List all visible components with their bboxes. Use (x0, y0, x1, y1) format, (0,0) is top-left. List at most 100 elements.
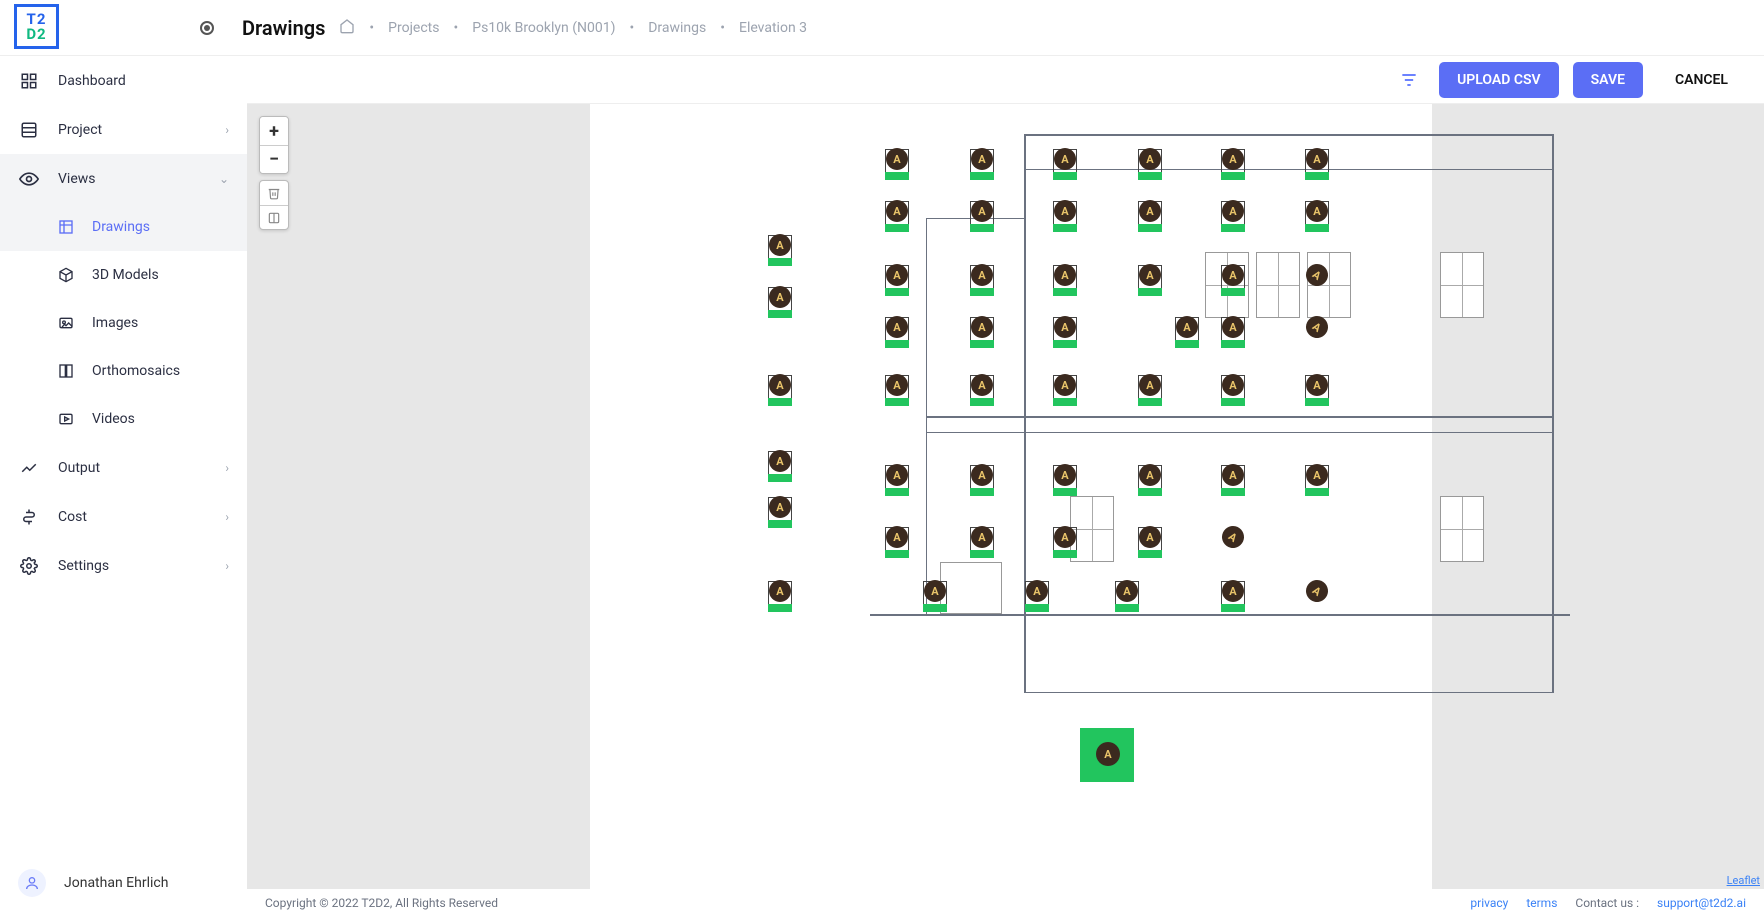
breadcrumb-item[interactable]: Drawings (648, 20, 706, 36)
map-marker[interactable] (1050, 462, 1080, 496)
map-marker[interactable] (1218, 462, 1248, 496)
map-marker[interactable] (1172, 314, 1202, 348)
drawing-map[interactable] (590, 104, 1432, 889)
user-row[interactable]: Jonathan Ehrlich (0, 859, 247, 907)
zoom-in-button[interactable]: + (260, 117, 288, 145)
map-marker[interactable] (920, 578, 950, 612)
map-marker[interactable] (1218, 524, 1248, 558)
map-marker[interactable] (1050, 146, 1080, 180)
map-marker[interactable] (1218, 372, 1248, 406)
sidebar-sub-videos[interactable]: Videos (0, 395, 247, 443)
breadcrumb-item[interactable]: Projects (388, 20, 439, 36)
map-marker[interactable] (1135, 524, 1165, 558)
sidebar-sub-drawings[interactable]: Drawings (0, 203, 247, 251)
map-marker[interactable] (967, 462, 997, 496)
trash-icon[interactable] (260, 181, 288, 205)
sidebar-item-label: Images (92, 315, 138, 331)
sidebar-item-project[interactable]: Project › (0, 105, 247, 154)
map-marker[interactable] (882, 372, 912, 406)
map-marker[interactable] (1218, 314, 1248, 348)
map-marker[interactable] (1050, 198, 1080, 232)
map-marker[interactable] (1050, 524, 1080, 558)
target-icon[interactable] (200, 21, 214, 35)
map-marker[interactable] (765, 494, 795, 528)
sidebar-item-dashboard[interactable]: Dashboard (0, 56, 247, 105)
save-button[interactable]: SAVE (1573, 62, 1643, 98)
map-marker[interactable] (1302, 262, 1332, 296)
zoom-control: + − (259, 116, 289, 174)
map-marker[interactable] (1022, 578, 1052, 612)
sidebar-item-settings[interactable]: Settings › (0, 541, 247, 590)
breadcrumb-item[interactable]: Elevation 3 (739, 20, 807, 36)
copyright-text: Copyright © 2022 T2D2, All Rights Reserv… (265, 896, 498, 910)
money-icon (18, 508, 40, 526)
privacy-link[interactable]: privacy (1470, 896, 1508, 910)
sidebar-item-label: Settings (58, 558, 109, 574)
chevron-right-icon: › (225, 461, 229, 475)
map-marker[interactable] (1050, 262, 1080, 296)
zoom-out-button[interactable]: − (260, 145, 288, 173)
map-marker[interactable] (1050, 314, 1080, 348)
leaflet-attribution[interactable]: Leaflet (1727, 874, 1760, 887)
chevron-right-icon: › (225, 559, 229, 573)
map-marker[interactable] (967, 198, 997, 232)
map-marker[interactable] (967, 262, 997, 296)
page-title: Drawings (242, 16, 325, 40)
map-tools (259, 180, 289, 230)
map-marker[interactable] (1135, 262, 1165, 296)
layers-icon[interactable] (260, 205, 288, 229)
map-marker[interactable] (882, 198, 912, 232)
sidebar-sub-orthomosaics[interactable]: Orthomosaics (0, 347, 247, 395)
map-marker[interactable] (882, 462, 912, 496)
map-marker[interactable] (1135, 462, 1165, 496)
map-marker[interactable] (765, 448, 795, 482)
filter-icon[interactable] (1393, 64, 1425, 96)
map-marker[interactable] (765, 578, 795, 612)
sidebar-item-label: Cost (58, 509, 87, 525)
map-marker[interactable] (1302, 578, 1332, 612)
sidebar-item-output[interactable]: Output › (0, 443, 247, 492)
map-marker[interactable] (1218, 146, 1248, 180)
map-marker[interactable] (765, 284, 795, 318)
home-icon[interactable] (339, 18, 355, 38)
map-marker[interactable] (967, 146, 997, 180)
sidebar-sub-3dmodels[interactable]: 3D Models (0, 251, 247, 299)
sidebar-item-label: Videos (92, 411, 135, 427)
map-marker[interactable] (1218, 198, 1248, 232)
sidebar-item-cost[interactable]: Cost › (0, 492, 247, 541)
cancel-button[interactable]: CANCEL (1657, 62, 1746, 98)
trend-icon (18, 459, 40, 477)
map-marker[interactable] (967, 524, 997, 558)
canvas: + − Leaflet (247, 104, 1764, 889)
map-marker[interactable] (1050, 372, 1080, 406)
map-marker[interactable] (1112, 578, 1142, 612)
map-marker[interactable] (1302, 462, 1332, 496)
map-marker[interactable] (1302, 146, 1332, 180)
map-marker[interactable] (765, 372, 795, 406)
terms-link[interactable]: terms (1526, 896, 1557, 910)
map-marker[interactable] (1302, 372, 1332, 406)
sidebar-item-label: Drawings (92, 219, 150, 235)
contact-email[interactable]: support@t2d2.ai (1657, 896, 1746, 910)
breadcrumb-item[interactable]: Ps10k Brooklyn (N001) (472, 20, 615, 36)
map-marker[interactable] (967, 372, 997, 406)
map-marker[interactable] (765, 232, 795, 266)
map-marker[interactable] (882, 262, 912, 296)
sidebar-item-views[interactable]: Views ⌄ (0, 154, 247, 203)
map-marker[interactable] (1218, 262, 1248, 296)
map-marker[interactable] (882, 524, 912, 558)
map-marker[interactable] (882, 146, 912, 180)
map-marker[interactable] (1218, 578, 1248, 612)
upload-csv-button[interactable]: UPLOAD CSV (1439, 62, 1559, 98)
map-marker[interactable] (1135, 372, 1165, 406)
map-marker[interactable] (1302, 314, 1332, 348)
logo[interactable]: T2 D2 (14, 4, 59, 49)
map-marker[interactable] (882, 314, 912, 348)
map-marker[interactable] (1135, 146, 1165, 180)
map-marker[interactable] (1135, 198, 1165, 232)
map-marker[interactable] (1080, 728, 1134, 782)
map-marker[interactable] (967, 314, 997, 348)
breadcrumb-sep: • (720, 20, 725, 36)
sidebar-sub-images[interactable]: Images (0, 299, 247, 347)
map-marker[interactable] (1302, 198, 1332, 232)
